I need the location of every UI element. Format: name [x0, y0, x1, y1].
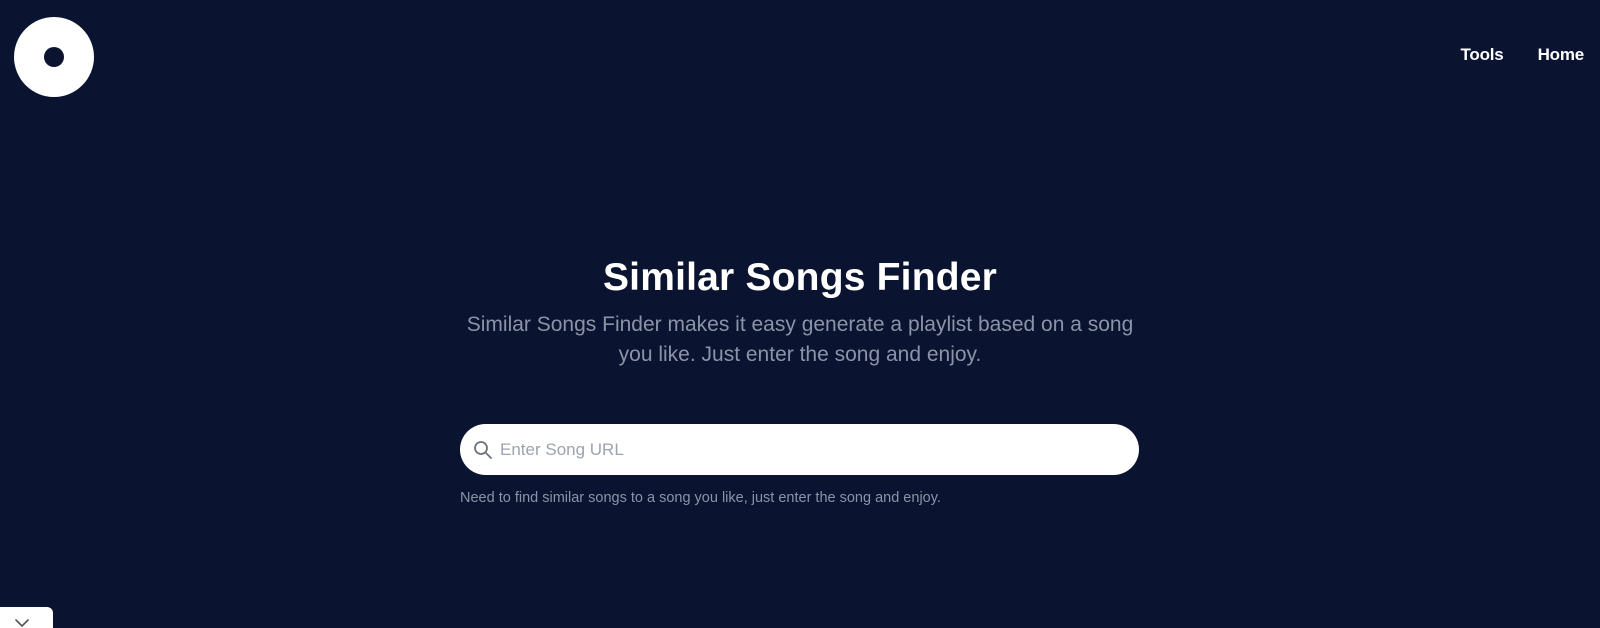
top-nav: Tools Home — [1460, 45, 1584, 65]
logo-hole — [44, 47, 64, 67]
corner-toggle-button[interactable] — [0, 607, 53, 628]
search-icon-svg — [474, 440, 492, 459]
search-helper-text: Need to find similar songs to a song you… — [460, 490, 941, 506]
logo-vinyl-disc-icon[interactable] — [14, 17, 94, 97]
nav-link-tools[interactable]: Tools — [1460, 45, 1503, 65]
chevron-down-icon — [15, 619, 29, 627]
search-bar[interactable] — [460, 424, 1139, 475]
search-icon — [472, 439, 494, 461]
nav-link-home[interactable]: Home — [1538, 45, 1585, 65]
page-subtitle: Similar Songs Finder makes it easy gener… — [466, 313, 1134, 366]
page-title: Similar Songs Finder — [602, 256, 998, 299]
page: Tools Home Similar Songs Finder Similar … — [0, 0, 1600, 628]
hero-section: Similar Songs Finder Similar Songs Finde… — [0, 252, 1600, 370]
song-url-input[interactable] — [500, 424, 1139, 475]
